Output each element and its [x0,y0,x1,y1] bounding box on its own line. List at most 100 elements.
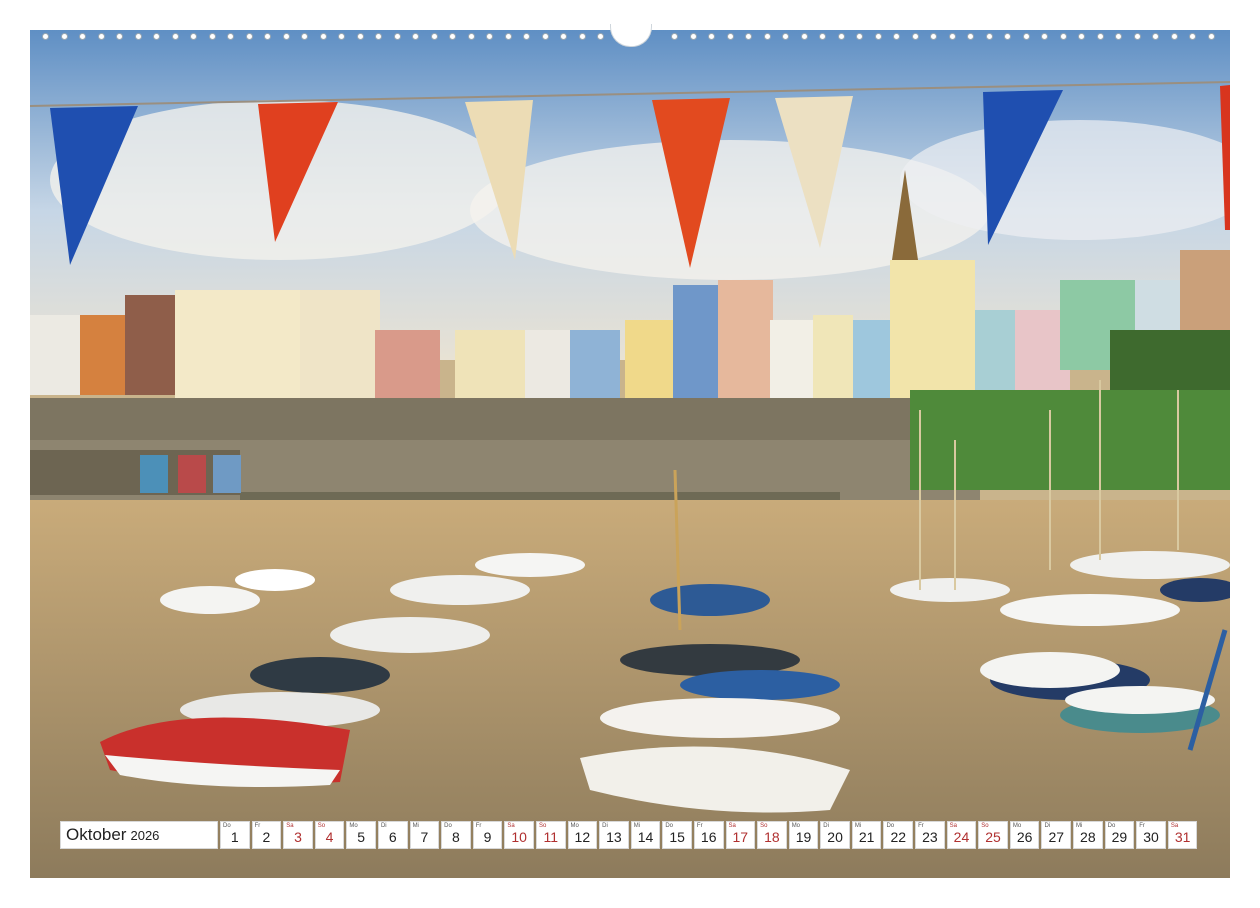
day-cell: Mi 21 [851,821,882,849]
binding-hole [97,33,105,40]
binding-hole [1059,33,1067,40]
day-cell: Sa 17 [725,821,756,849]
day-number: 15 [669,829,685,845]
month-year: 2026 [130,827,160,843]
binding-hole [171,33,179,40]
binding-hole [412,33,419,40]
binding-hole [985,33,993,40]
binding-hole [282,33,290,40]
day-number: 14 [637,829,654,845]
binding-hole [578,33,586,40]
day-number: 31 [1174,829,1191,845]
day-cell: Sa 31 [1167,821,1198,849]
binding-hole [726,33,734,40]
day-number: 18 [764,829,780,845]
day-cell: Mo 12 [567,821,598,849]
binding-hole [1152,33,1159,40]
day-cell: Di 20 [820,821,850,849]
binding-hole [671,33,678,40]
binding-hole [79,33,86,40]
binding-hole [689,33,697,40]
day-cell: Fr 2 [251,821,282,849]
day-number: 5 [357,829,366,845]
day-number: 4 [325,829,334,845]
binding-hole [504,33,512,40]
day-number: 19 [795,829,812,845]
binding-hole [1189,33,1196,40]
binding-hole [319,33,327,40]
day-number: 22 [890,829,907,845]
day-number: 26 [1016,829,1033,845]
binding-hole [541,33,549,40]
day-number: 17 [732,829,749,845]
day-cell: Do 8 [441,821,471,849]
binding-hole [134,33,142,40]
binding-hole [227,33,234,40]
day-cells: Do 1 Fr 2 Sa 3 So 4 Mo 5 Di 6 Mi 7 Do 8 Fr 9 Sa 10 So 11 Mo 12 D… [218,821,1198,849]
binding-hole [264,33,271,40]
day-number: 12 [574,829,591,845]
day-cell: So 11 [535,821,566,849]
binding-hole [486,33,493,40]
day-cell: Do 22 [883,821,914,849]
binding-hole [430,33,438,40]
day-number: 9 [483,829,492,845]
day-cell: Fr 23 [915,821,945,849]
day-number: 21 [858,829,875,845]
month-label: Oktober 2026 [60,821,218,849]
binding-hole [874,33,882,40]
day-cell: Mi 14 [630,821,661,849]
day-number: 8 [452,829,460,845]
day-number: 25 [985,829,1001,845]
day-number: 27 [1048,829,1065,845]
arches [30,450,240,495]
binding-hole [560,33,567,40]
binding-hole [301,33,308,40]
day-number: 13 [606,829,622,845]
binding-hole [745,33,752,40]
day-cell: Sa 10 [504,821,534,849]
binding-hole [856,33,863,40]
day-cell: Do 1 [220,821,250,849]
day-number: 24 [953,829,970,845]
binding-hole [1096,33,1104,40]
binding-hole [837,33,845,40]
binding-hole [1078,33,1085,40]
binding-hole [375,33,382,40]
binding-hole [1115,33,1122,40]
binding-hole [356,33,364,40]
binding-hole [338,33,345,40]
harbour-scene [30,30,1230,878]
day-cell: Di 27 [1041,821,1072,849]
binding-hole [467,33,475,40]
harbour-photo [30,30,1230,878]
binding-hole [245,33,253,40]
day-cell: So 25 [978,821,1008,849]
binding-hole [1207,33,1215,40]
binding-hole [911,33,919,40]
binding-hole [1022,33,1030,40]
calendar-strip: Oktober 2026 Do 1 Fr 2 Sa 3 So 4 Mo 5 Di 6 Mi 7 Do 8 Fr 9… [60,821,1198,849]
binding-hole [42,33,49,40]
green-slope [910,390,1230,490]
binding-hole [948,33,956,40]
day-number: 3 [294,829,302,845]
day-cell: Fr 30 [1136,821,1166,849]
day-number: 2 [262,829,271,845]
day-cell: Mi 28 [1073,821,1103,849]
binding-hole [1041,33,1048,40]
day-number: 10 [511,829,527,845]
day-number: 28 [1080,829,1096,845]
day-cell: Mo 26 [1009,821,1040,849]
day-cell: So 4 [314,821,345,849]
binding-hole [597,33,604,40]
day-number: 16 [700,829,717,845]
day-cell: Do 29 [1104,821,1135,849]
day-cell: Do 15 [662,821,692,849]
binding-hole [153,33,160,40]
day-cell: Di 6 [377,821,408,849]
binding-hole [1170,33,1178,40]
binding-hole [763,33,771,40]
day-number: 20 [827,829,843,845]
binding-hole [930,33,937,40]
